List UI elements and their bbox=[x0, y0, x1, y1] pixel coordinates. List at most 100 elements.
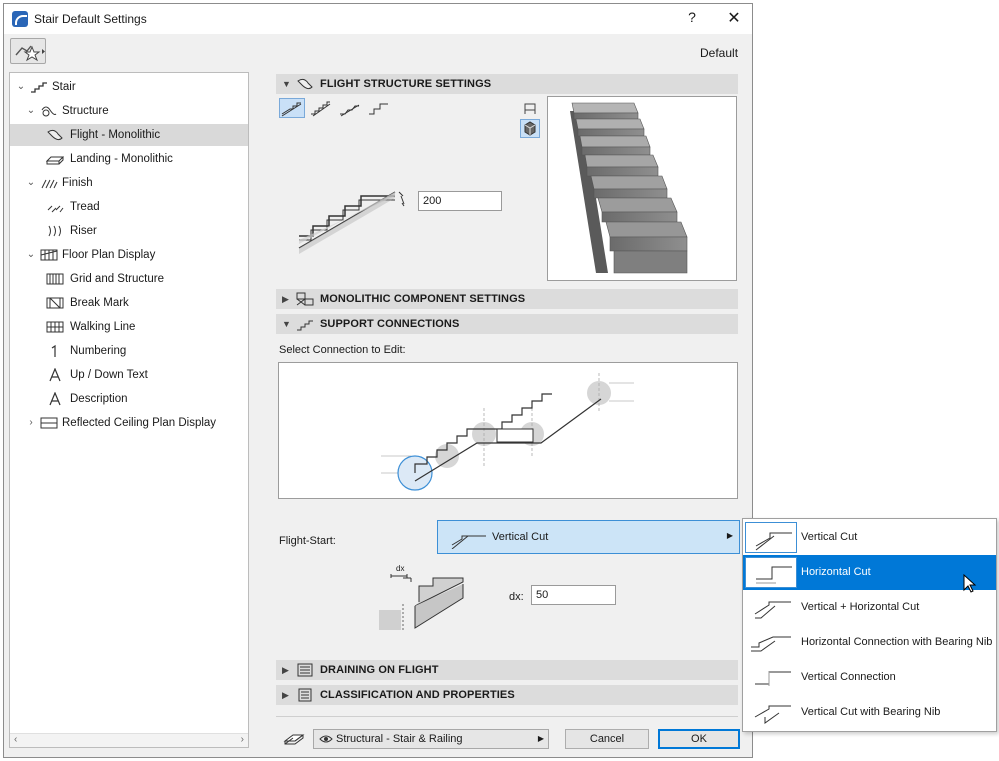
tree-label-tread: Tread bbox=[70, 201, 100, 213]
flight-type-2-icon bbox=[311, 101, 331, 117]
chevron-right-icon[interactable]: › bbox=[26, 412, 36, 434]
tree-item-break-mark[interactable]: Break Mark bbox=[10, 292, 248, 314]
close-button[interactable]: ✕ bbox=[726, 8, 742, 28]
tree-item-tread[interactable]: Tread bbox=[10, 196, 248, 218]
tree-item-structure[interactable]: ⌄ Structure bbox=[10, 100, 248, 122]
chevron-down-icon[interactable]: ⌄ bbox=[26, 100, 36, 122]
dx-diagram-label: dx bbox=[396, 564, 405, 573]
flight-type-4-button[interactable] bbox=[366, 98, 392, 118]
chevron-down-icon[interactable]: ⌄ bbox=[26, 172, 36, 194]
layer-select[interactable]: Structural - Stair & Railing ▶ bbox=[313, 729, 549, 749]
vertical-connection-icon bbox=[745, 662, 797, 693]
tree-label-flight: Flight - Monolithic bbox=[70, 129, 161, 141]
tree-item-flight-monolithic[interactable]: Flight - Monolithic bbox=[10, 124, 248, 146]
flight-icon bbox=[297, 78, 313, 90]
3d-view-button[interactable] bbox=[520, 119, 540, 138]
section-title: DRAINING ON FLIGHT bbox=[320, 664, 439, 676]
menu-item-label: Vertical + Horizontal Cut bbox=[801, 601, 920, 613]
footer-separator bbox=[276, 716, 738, 717]
tree-label-grid: Grid and Structure bbox=[70, 273, 164, 285]
section-support-connections[interactable]: ▼ SUPPORT CONNECTIONS bbox=[276, 314, 738, 334]
help-button[interactable]: ? bbox=[684, 9, 700, 25]
dx-input[interactable]: 50 bbox=[531, 585, 616, 605]
flight-start-connection-select[interactable]: Vertical Cut ▶ bbox=[437, 520, 740, 554]
stair-icon bbox=[31, 82, 47, 93]
tree-label-up-down-text: Up / Down Text bbox=[70, 369, 148, 381]
mouse-cursor-icon bbox=[963, 573, 977, 597]
section-classification[interactable]: ▶ CLASSIFICATION AND PROPERTIES bbox=[276, 685, 738, 705]
break-mark-icon bbox=[46, 297, 64, 309]
dx-label: dx: bbox=[509, 591, 524, 603]
tree-item-description[interactable]: Description bbox=[10, 388, 248, 410]
layer-select-label: Structural - Stair & Railing bbox=[336, 733, 463, 745]
selected-option-label: Vertical Cut bbox=[492, 531, 549, 543]
section-monolithic-component[interactable]: ▶ MONOLITHIC COMPONENT SETTINGS bbox=[276, 289, 738, 309]
chevron-down-icon[interactable]: ⌄ bbox=[16, 76, 26, 98]
vertical-cut-bearing-nib-icon bbox=[745, 697, 797, 728]
tree-item-numbering[interactable]: Numbering bbox=[10, 340, 248, 362]
tree-label-structure: Structure bbox=[62, 105, 109, 117]
section-flight-structure[interactable]: ▼ FLIGHT STRUCTURE SETTINGS bbox=[276, 74, 738, 94]
connection-diagram[interactable] bbox=[278, 362, 738, 499]
menu-item-horizontal-bearing-nib[interactable]: Horizontal Connection with Bearing Nib bbox=[743, 625, 996, 660]
scroll-right-icon[interactable]: › bbox=[241, 734, 244, 745]
chevron-right-icon: ▶ bbox=[726, 531, 733, 540]
tree-horizontal-scrollbar[interactable]: ‹ › bbox=[10, 733, 248, 747]
floor-plan-view-icon[interactable] bbox=[522, 102, 538, 116]
tree-label-break-mark: Break Mark bbox=[70, 297, 129, 309]
flight-start-label: Flight-Start: bbox=[279, 535, 336, 547]
chevron-down-icon[interactable]: ⌄ bbox=[26, 244, 36, 266]
cancel-button[interactable]: Cancel bbox=[565, 729, 649, 749]
stair-3d-preview bbox=[547, 96, 737, 281]
landing-icon bbox=[46, 156, 64, 165]
tree-item-floor-plan-display[interactable]: ⌄ Floor Plan Display bbox=[10, 244, 248, 266]
tree-label-floor-plan: Floor Plan Display bbox=[62, 249, 156, 261]
menu-item-vertical-cut-bearing-nib[interactable]: Vertical Cut with Bearing Nib bbox=[743, 695, 996, 730]
favorites-button[interactable] bbox=[10, 38, 46, 64]
vertical-horizontal-cut-icon bbox=[745, 592, 797, 623]
classification-icon bbox=[298, 688, 312, 702]
chevron-right-icon: ▶ bbox=[282, 690, 289, 700]
connection-type-menu: Vertical Cut Horizontal Cut Vertical + H… bbox=[742, 518, 997, 732]
tree-item-landing-monolithic[interactable]: Landing - Monolithic bbox=[10, 148, 248, 170]
tree-item-riser[interactable]: Riser bbox=[10, 220, 248, 242]
chevron-right-icon: ▶ bbox=[282, 665, 289, 675]
scroll-left-icon[interactable]: ‹ bbox=[14, 734, 17, 745]
tree-item-stair[interactable]: ⌄ Stair bbox=[10, 76, 248, 98]
flight-type-2-button[interactable] bbox=[308, 98, 334, 118]
vertical-cut-icon bbox=[451, 535, 486, 549]
riser-icon bbox=[48, 225, 61, 237]
walking-line-icon bbox=[46, 321, 64, 333]
section-title: SUPPORT CONNECTIONS bbox=[320, 318, 460, 330]
section-draining[interactable]: ▶ DRAINING ON FLIGHT bbox=[276, 660, 738, 680]
menu-item-vertical-cut[interactable]: Vertical Cut bbox=[743, 520, 996, 555]
menu-item-horizontal-cut[interactable]: Horizontal Cut bbox=[743, 555, 996, 590]
flight-thickness-input[interactable]: 200 bbox=[418, 191, 502, 211]
dx-diagram: dx bbox=[377, 564, 467, 630]
menu-item-vertical-horizontal-cut[interactable]: Vertical + Horizontal Cut bbox=[743, 590, 996, 625]
ceiling-plan-icon bbox=[40, 417, 58, 429]
tread-icon bbox=[47, 205, 64, 213]
flight-type-straight-button[interactable] bbox=[279, 98, 305, 118]
chevron-down-icon: ▼ bbox=[282, 319, 291, 329]
chevron-down-icon: ▼ bbox=[282, 79, 291, 89]
select-connection-label: Select Connection to Edit: bbox=[279, 344, 406, 356]
tree-item-reflected-ceiling[interactable]: › Reflected Ceiling Plan Display bbox=[10, 412, 248, 434]
tree-item-up-down-text[interactable]: Up / Down Text bbox=[10, 364, 248, 386]
tree-label-numbering: Numbering bbox=[70, 345, 127, 357]
flight-type-3-button[interactable] bbox=[337, 98, 363, 118]
ok-button[interactable]: OK bbox=[658, 729, 740, 749]
tree-item-walking-line[interactable]: Walking Line bbox=[10, 316, 248, 338]
flight-icon bbox=[47, 129, 63, 141]
finish-icon bbox=[41, 179, 58, 189]
archicad-app-icon bbox=[12, 11, 28, 27]
default-label: Default bbox=[700, 46, 739, 60]
tree-item-grid-structure[interactable]: Grid and Structure bbox=[10, 268, 248, 290]
flight-thickness-diagram bbox=[297, 186, 412, 256]
menu-item-vertical-connection[interactable]: Vertical Connection bbox=[743, 660, 996, 695]
title-bar: Stair Default Settings ? ✕ bbox=[4, 4, 752, 34]
menu-item-label: Vertical Cut with Bearing Nib bbox=[801, 706, 941, 718]
tree-item-finish[interactable]: ⌄ Finish bbox=[10, 172, 248, 194]
text-icon bbox=[49, 368, 61, 382]
section-title: MONOLITHIC COMPONENT SETTINGS bbox=[320, 293, 526, 305]
